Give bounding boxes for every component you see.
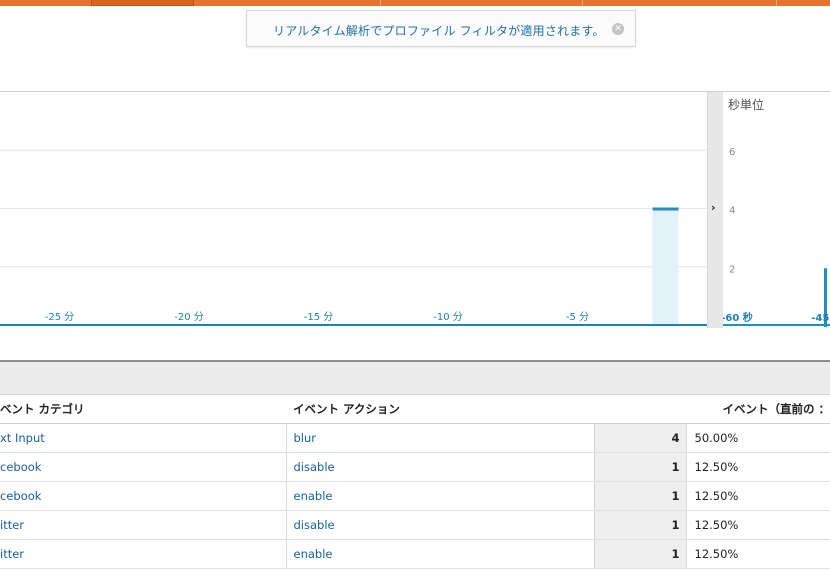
header-event-category[interactable]: ベント カテゴリ [0, 395, 286, 424]
chevron-right-icon: › [711, 201, 716, 214]
event-count: 1 [593, 481, 686, 511]
event-category-link[interactable]: xt Input [0, 423, 286, 453]
minutes-chart: -25 分 -20 分 -15 分 -10 分 -5 分 [0, 92, 707, 328]
profile-filter-notice: リアルタイム解析でプロファイル フィルタが適用されます。 ✕ [246, 10, 636, 47]
x-tick-label: -15 分 [304, 311, 334, 323]
table-row: cebook enable 1 12.50% [0, 481, 830, 511]
header-events[interactable]: イベント（直前の ： [594, 395, 830, 424]
table-header-row: ベント カテゴリ イベント アクション イベント（直前の ： [0, 395, 830, 424]
x-tick-label: -45 秒 [811, 311, 830, 324]
table-toolbar-band [0, 362, 830, 395]
top-nav-separator [776, 0, 777, 6]
top-nav-bar [0, 0, 830, 6]
top-nav-separator [380, 0, 381, 6]
top-nav-separator [582, 0, 583, 6]
baseline [723, 324, 830, 326]
event-category-link[interactable]: itter [0, 539, 286, 569]
seconds-chart-title: 秒単位 [728, 98, 765, 112]
seconds-chart-svg: 6 4 2 -60 秒 -45 秒 [723, 147, 830, 327]
event-action-link[interactable]: blur [285, 423, 594, 453]
table-row: itter disable 1 12.50% [0, 510, 830, 540]
baseline [0, 324, 707, 326]
event-action-link[interactable]: disable [285, 510, 594, 540]
y-tick-label: 6 [729, 147, 735, 158]
seconds-panel-toggle[interactable]: › [707, 92, 723, 328]
event-category-link[interactable]: cebook [0, 452, 286, 482]
bar-top [652, 207, 679, 211]
event-count: 1 [593, 452, 686, 482]
bar-fill [652, 208, 679, 325]
event-percent: 12.50% [685, 452, 830, 482]
event-percent: 12.50% [685, 481, 830, 511]
x-tick-label: -5 分 [566, 311, 589, 323]
seconds-chart: 6 4 2 -60 秒 -45 秒 秒単位 [723, 92, 830, 328]
x-tick-label: -10 分 [433, 311, 463, 323]
events-table: ベント カテゴリ イベント アクション イベント（直前の ： xt Input b… [0, 395, 830, 569]
event-action-link[interactable]: enable [285, 539, 594, 569]
notice-text: リアルタイム解析でプロファイル フィルタが適用されます。 [273, 24, 605, 38]
event-percent: 50.00% [685, 423, 830, 453]
event-count: 1 [593, 539, 686, 569]
event-count: 4 [593, 423, 686, 453]
event-category-link[interactable]: itter [0, 510, 286, 540]
header-event-action[interactable]: イベント アクション [286, 395, 594, 424]
event-percent: 12.50% [685, 510, 830, 540]
x-tick-label: -25 分 [45, 311, 75, 323]
y-tick-label: 4 [729, 206, 735, 217]
close-icon[interactable]: ✕ [612, 23, 624, 35]
event-action-link[interactable]: disable [285, 452, 594, 482]
event-count: 1 [593, 510, 686, 540]
event-category-link[interactable]: cebook [0, 481, 286, 511]
event-action-link[interactable]: enable [285, 481, 594, 511]
table-row: xt Input blur 4 50.00% [0, 423, 830, 453]
event-percent: 12.50% [685, 539, 830, 569]
y-tick-label: 2 [729, 264, 735, 275]
x-tick-label: -60 秒 [723, 311, 753, 324]
top-nav-active-tab[interactable] [91, 0, 194, 6]
x-tick-label: -20 分 [174, 311, 204, 323]
minutes-chart-svg: -25 分 -20 分 -15 分 -10 分 -5 分 [0, 149, 707, 326]
table-row: itter enable 1 12.50% [0, 539, 830, 569]
table-row: cebook disable 1 12.50% [0, 452, 830, 482]
